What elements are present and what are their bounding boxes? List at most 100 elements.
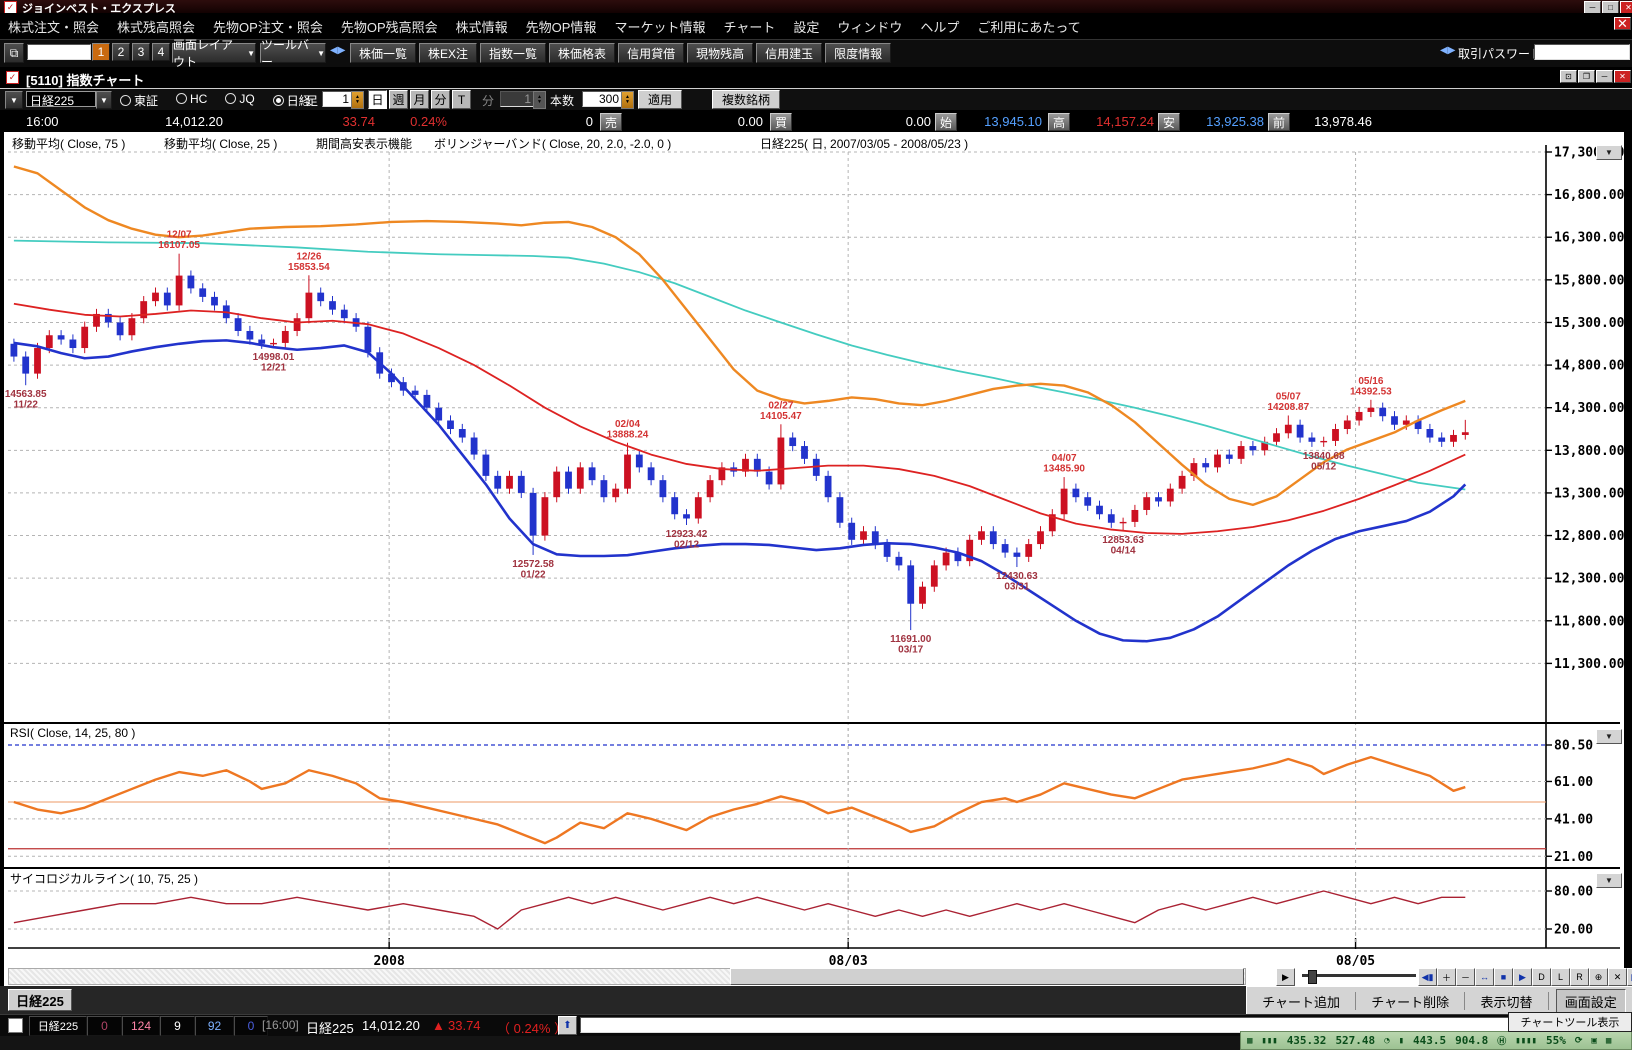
- chart-tool-button-7[interactable]: L: [1551, 968, 1570, 986]
- menu-item-3[interactable]: 先物OP残高照会: [341, 17, 438, 36]
- zoom-slider-thumb[interactable]: [1308, 970, 1317, 984]
- minute-input[interactable]: [500, 91, 534, 107]
- candle-body: [258, 340, 265, 344]
- chart-tool-button-10[interactable]: ✕: [1608, 968, 1627, 986]
- close-icon[interactable]: ✕: [1614, 70, 1631, 83]
- period-button-日[interactable]: 日: [368, 90, 387, 109]
- chart-action-button-3[interactable]: 画面設定: [1556, 989, 1626, 1014]
- period-button-T[interactable]: T: [452, 90, 471, 109]
- layout-number-button-3[interactable]: 3: [132, 43, 150, 61]
- toolbar-input[interactable]: [27, 44, 91, 60]
- indicator-line: [14, 891, 1465, 929]
- layout-number-button-1[interactable]: 1: [92, 43, 110, 61]
- layout-number-button-2[interactable]: 2: [112, 43, 130, 61]
- menu-item-8[interactable]: 設定: [793, 17, 819, 36]
- restore-icon[interactable]: ⊡: [1560, 70, 1577, 83]
- menu-item-10[interactable]: ヘルプ: [920, 17, 959, 36]
- menu-item-9[interactable]: ウィンドウ: [837, 17, 902, 36]
- menu-item-7[interactable]: チャート: [723, 17, 775, 36]
- quote-value: 13,978.46: [1288, 114, 1372, 129]
- symbol-dropdown-button[interactable]: ▼: [5, 91, 23, 109]
- candle-body: [1427, 429, 1434, 438]
- symbol-combo-chevron-icon[interactable]: ▼: [96, 91, 112, 109]
- price-chart-svg[interactable]: 17,300.0016,800.0016,300.0015,800.0015,3…: [4, 132, 1624, 986]
- layout-icon[interactable]: ⧉: [4, 43, 24, 63]
- ashi-spinner[interactable]: ▲▼: [351, 91, 364, 109]
- period-highlow-annotation: 12853.6304/14: [1102, 535, 1144, 557]
- ashi-input[interactable]: [322, 91, 352, 107]
- menu-item-5[interactable]: 先物OP情報: [526, 17, 597, 36]
- trade-password-input[interactable]: [1534, 44, 1630, 60]
- menu-item-6[interactable]: マーケット情報: [614, 17, 705, 36]
- candle-body: [306, 293, 313, 319]
- chart-tool-button-9[interactable]: ⊕: [1589, 968, 1608, 986]
- toolbar-button-4[interactable]: 信用貸借: [618, 43, 684, 63]
- period-button-分[interactable]: 分: [431, 90, 450, 109]
- layout-number-button-4[interactable]: 4: [152, 43, 170, 61]
- candle-body: [1344, 420, 1351, 429]
- candle-body: [164, 293, 171, 306]
- main-panel-dropdown-button[interactable]: ▼: [1596, 145, 1622, 160]
- maximize-icon[interactable]: ❐: [1578, 70, 1595, 83]
- chart-tool-button-2[interactable]: －: [1456, 968, 1475, 986]
- quote-field-label: 始: [935, 113, 957, 131]
- splitter-icon[interactable]: ◀▶: [330, 45, 345, 56]
- menu-item-1[interactable]: 株式残高照会: [117, 17, 195, 36]
- tab-nikkei225[interactable]: 日経225: [8, 989, 72, 1011]
- period-button-月[interactable]: 月: [410, 90, 429, 109]
- chart-tool-button-3[interactable]: ↔: [1475, 968, 1494, 986]
- rsi-panel-dropdown-button[interactable]: ▼: [1596, 729, 1622, 744]
- quote-value: 33.74: [300, 114, 375, 129]
- menu-item-0[interactable]: 株式注文・照会: [8, 17, 99, 36]
- chart-tool-button-1[interactable]: ＋: [1437, 968, 1456, 986]
- quote-value: 13,925.38: [1180, 114, 1264, 129]
- toolbar-combo[interactable]: ツールバー▼: [260, 43, 326, 63]
- chart-tool-button-0[interactable]: ◀▮: [1418, 968, 1437, 986]
- screen-layout-combo[interactable]: 画面レイアウト▼: [172, 43, 256, 63]
- market-radio-東証[interactable]: 東証: [120, 92, 158, 109]
- toolbar-button-2[interactable]: 指数一覧: [480, 43, 546, 63]
- period-highlow-annotation: 13840.6805/12: [1303, 451, 1345, 473]
- toolbar-button-6[interactable]: 信用建玉: [756, 43, 822, 63]
- toolbar-button-5[interactable]: 現物残高: [687, 43, 753, 63]
- apply-button[interactable]: 適用: [638, 90, 682, 109]
- splitter-icon[interactable]: ◀▶: [1440, 45, 1455, 56]
- bars-input[interactable]: [582, 91, 622, 107]
- market-radio-JQ[interactable]: JQ: [225, 92, 254, 109]
- chart-tool-button-11[interactable]: ▮▶: [1627, 968, 1632, 986]
- bars-spinner[interactable]: ▲▼: [621, 91, 634, 109]
- menu-close-icon[interactable]: ✕: [1614, 17, 1631, 30]
- toolbar-button-7[interactable]: 限度情報: [825, 43, 891, 63]
- psych-panel-dropdown-button[interactable]: ▼: [1596, 873, 1622, 888]
- chart-scrollbar-thumb[interactable]: [730, 968, 1244, 985]
- chart-tool-button-5[interactable]: ▶: [1513, 968, 1532, 986]
- period-button-週[interactable]: 週: [389, 90, 408, 109]
- candle-body: [317, 293, 324, 302]
- menu-item-11[interactable]: ご利用にあたって: [977, 17, 1080, 36]
- menu-item-4[interactable]: 株式情報: [456, 17, 508, 36]
- candle-body: [1273, 433, 1280, 442]
- toolbar-button-1[interactable]: 株EX注: [419, 43, 477, 63]
- scroll-right-button[interactable]: ▶: [1276, 968, 1295, 986]
- menu-item-2[interactable]: 先物OP注文・照会: [213, 17, 323, 36]
- chart-tool-button-8[interactable]: R: [1570, 968, 1589, 986]
- chart-action-button-2[interactable]: 表示切替: [1472, 990, 1540, 1013]
- lcd-value-3: 527.48: [1335, 1034, 1375, 1047]
- y-axis-label: 11,300.00: [1554, 657, 1624, 672]
- toolbar-button-0[interactable]: 株価一覧: [350, 43, 416, 63]
- status-checkbox[interactable]: [8, 1018, 23, 1033]
- toolbar-button-3[interactable]: 株価格表: [549, 43, 615, 63]
- candle-body: [1391, 416, 1398, 425]
- symbol-combo[interactable]: 日経225: [26, 91, 96, 107]
- zoom-slider-track[interactable]: [1302, 974, 1416, 977]
- chart-tool-button-4[interactable]: ■: [1494, 968, 1513, 986]
- multi-symbol-button[interactable]: 複数銘柄: [712, 90, 780, 109]
- market-radio-HC[interactable]: HC: [176, 92, 207, 109]
- ashi-label: 足: [306, 92, 318, 109]
- collapse-up-button[interactable]: ⬆: [558, 1016, 577, 1035]
- chart-action-button-1[interactable]: チャート削除: [1363, 990, 1457, 1013]
- minute-spinner[interactable]: ▲▼: [533, 91, 546, 109]
- chart-action-button-0[interactable]: チャート追加: [1254, 990, 1348, 1013]
- minimize-icon[interactable]: ─: [1596, 70, 1613, 83]
- chart-tool-button-6[interactable]: D: [1532, 968, 1551, 986]
